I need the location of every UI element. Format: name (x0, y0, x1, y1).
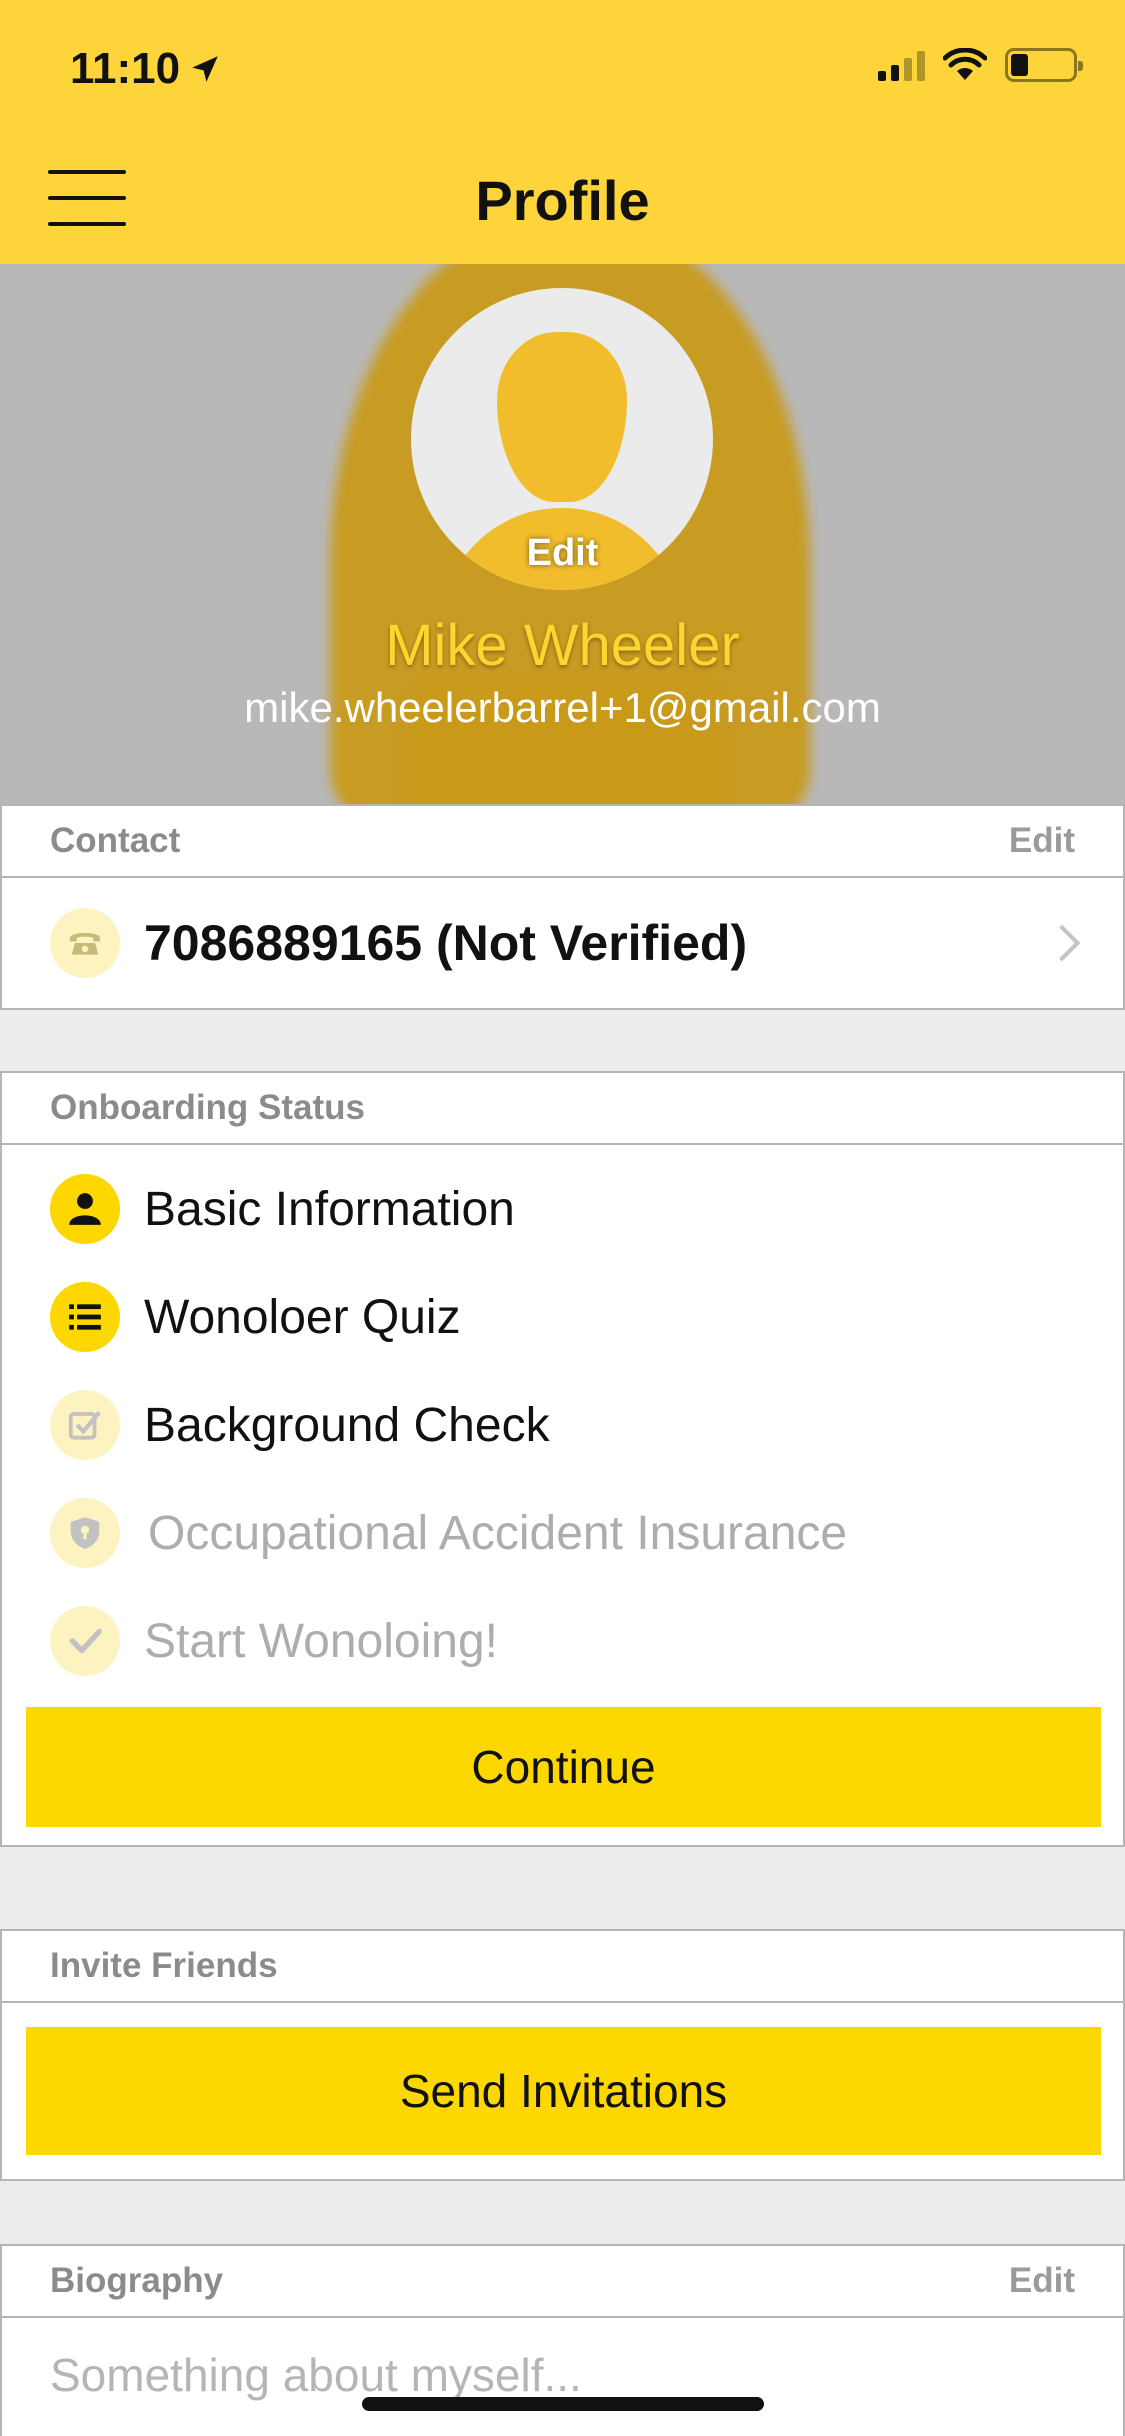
biography-header: Biography Edit (2, 2246, 1123, 2318)
phone-icon (50, 908, 120, 978)
onboarding-card: Onboarding Status Basic Information Wono… (0, 1071, 1125, 1847)
onboarding-item-occupational-accident-insurance[interactable]: Occupational Accident Insurance (2, 1479, 1123, 1587)
chevron-right-icon (1043, 924, 1081, 962)
status-time-text: 11:10 (70, 44, 181, 93)
checkmark-icon (50, 1606, 120, 1676)
continue-button[interactable]: Continue (26, 1707, 1101, 1827)
profile-name: Mike Wheeler (385, 613, 740, 678)
onboarding-header: Onboarding Status (2, 1073, 1123, 1145)
contact-header: Contact Edit (2, 806, 1123, 878)
contact-card: Contact Edit 7086889165 (Not Verified) (0, 804, 1125, 1010)
invite-friends-header-title: Invite Friends (50, 1946, 278, 1985)
contact-header-title: Contact (50, 821, 181, 860)
checkbox-icon (50, 1390, 120, 1460)
page-title: Profile (475, 169, 650, 232)
avatar-placeholder-head (497, 332, 627, 502)
onboarding-item-basic-information[interactable]: Basic Information (2, 1155, 1123, 1263)
profile-email: mike.wheelerbarrel+1@gmail.com (244, 684, 881, 731)
phone-number: 7086889165 (Not Verified) (144, 915, 748, 971)
list-icon (50, 1282, 120, 1352)
onboarding-item-label: Background Check (144, 1398, 550, 1452)
location-arrow-icon (192, 56, 218, 82)
wifi-icon (943, 48, 987, 80)
send-invitations-button[interactable]: Send Invitations (26, 2027, 1101, 2155)
person-icon (50, 1174, 120, 1244)
biography-text[interactable]: Something about myself... (2, 2318, 1123, 2432)
onboarding-item-label: Wonoloer Quiz (144, 1290, 461, 1344)
top-bar: 11:10 Profile (0, 0, 1125, 264)
battery-icon (1005, 48, 1083, 82)
onboarding-item-label: Start Wonoloing! (144, 1614, 498, 1668)
profile-hero: Edit Mike Wheeler mike.wheelerbarrel+1@g… (0, 264, 1125, 804)
onboarding-item-wonoloer-quiz[interactable]: Wonoloer Quiz (2, 1263, 1123, 1371)
onboarding-item-label: Occupational Accident Insurance (148, 1506, 848, 1560)
contact-edit-button[interactable]: Edit (1009, 821, 1075, 861)
onboarding-header-title: Onboarding Status (50, 1088, 365, 1127)
phone-row[interactable]: 7086889165 (Not Verified) (2, 878, 1123, 1008)
onboarding-item-background-check[interactable]: Background Check (2, 1371, 1123, 1479)
biography-header-title: Biography (50, 2261, 224, 2300)
shield-icon (50, 1498, 120, 1568)
status-time: 11:10 (70, 44, 222, 94)
onboarding-item-start-wonoloing[interactable]: Start Wonoloing! (2, 1587, 1123, 1695)
invite-friends-header: Invite Friends (2, 1931, 1123, 2003)
home-indicator[interactable] (362, 2397, 764, 2411)
biography-edit-button[interactable]: Edit (1009, 2261, 1075, 2301)
status-icons (878, 48, 1083, 82)
cellular-signal-icon (878, 49, 925, 81)
battery-level (1011, 54, 1028, 76)
invite-friends-card: Invite Friends Send Invitations (0, 1929, 1125, 2181)
onboarding-item-label: Basic Information (144, 1182, 515, 1236)
avatar-edit-button[interactable]: Edit (0, 532, 1125, 575)
